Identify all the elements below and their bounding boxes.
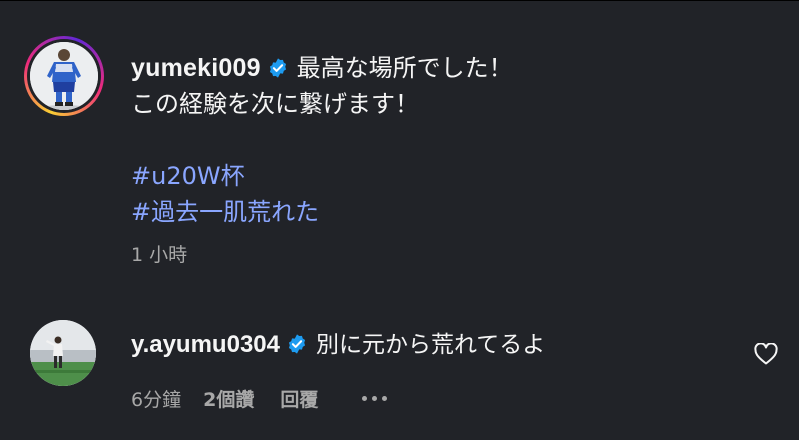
stadium-photo-icon — [30, 320, 96, 386]
reply-body: y.ayumu0304 別に元から荒れてるよ 6分鐘 2個讚 回覆 — [131, 326, 751, 412]
hashtag-link[interactable]: #u20W杯 — [131, 158, 771, 194]
avatar — [30, 42, 98, 110]
verified-badge-icon — [269, 58, 286, 78]
top-divider — [0, 0, 799, 1]
caption-line-2: この経験を次に繋げます！ — [131, 90, 419, 118]
heart-outline-icon[interactable] — [754, 343, 778, 365]
reply-button[interactable]: 回覆 — [280, 385, 318, 412]
caption-line-1: 最高な場所でした！ — [296, 54, 513, 82]
reply-meta: 6分鐘 2個讚 回覆 — [131, 385, 751, 412]
post-body: yumeki009 最高な場所でした！ この経験を次に繋げます！ #u20W杯 … — [131, 50, 771, 267]
reply-avatar[interactable] — [30, 320, 96, 386]
reply-username[interactable]: y.ayumu0304 — [131, 331, 280, 358]
likes-count[interactable]: 2個讚 — [203, 385, 254, 412]
post-timestamp: 1 小時 — [131, 244, 188, 266]
caption-first-line: yumeki009 最高な場所でした！ — [131, 50, 771, 86]
avatar-gap — [27, 39, 101, 113]
player-photo-icon — [30, 42, 98, 110]
reply-text: 別に元から荒れてるよ — [315, 332, 546, 358]
avatar-story-ring[interactable] — [24, 36, 104, 116]
reply-time: 6分鐘 — [131, 389, 182, 411]
verified-badge-icon — [288, 334, 306, 354]
post-username[interactable]: yumeki009 — [131, 54, 261, 82]
reply-first-line: y.ayumu0304 別に元から荒れてるよ — [131, 326, 751, 363]
hashtag-link[interactable]: #過去一肌荒れた — [131, 194, 771, 230]
more-options-icon[interactable] — [362, 396, 388, 401]
